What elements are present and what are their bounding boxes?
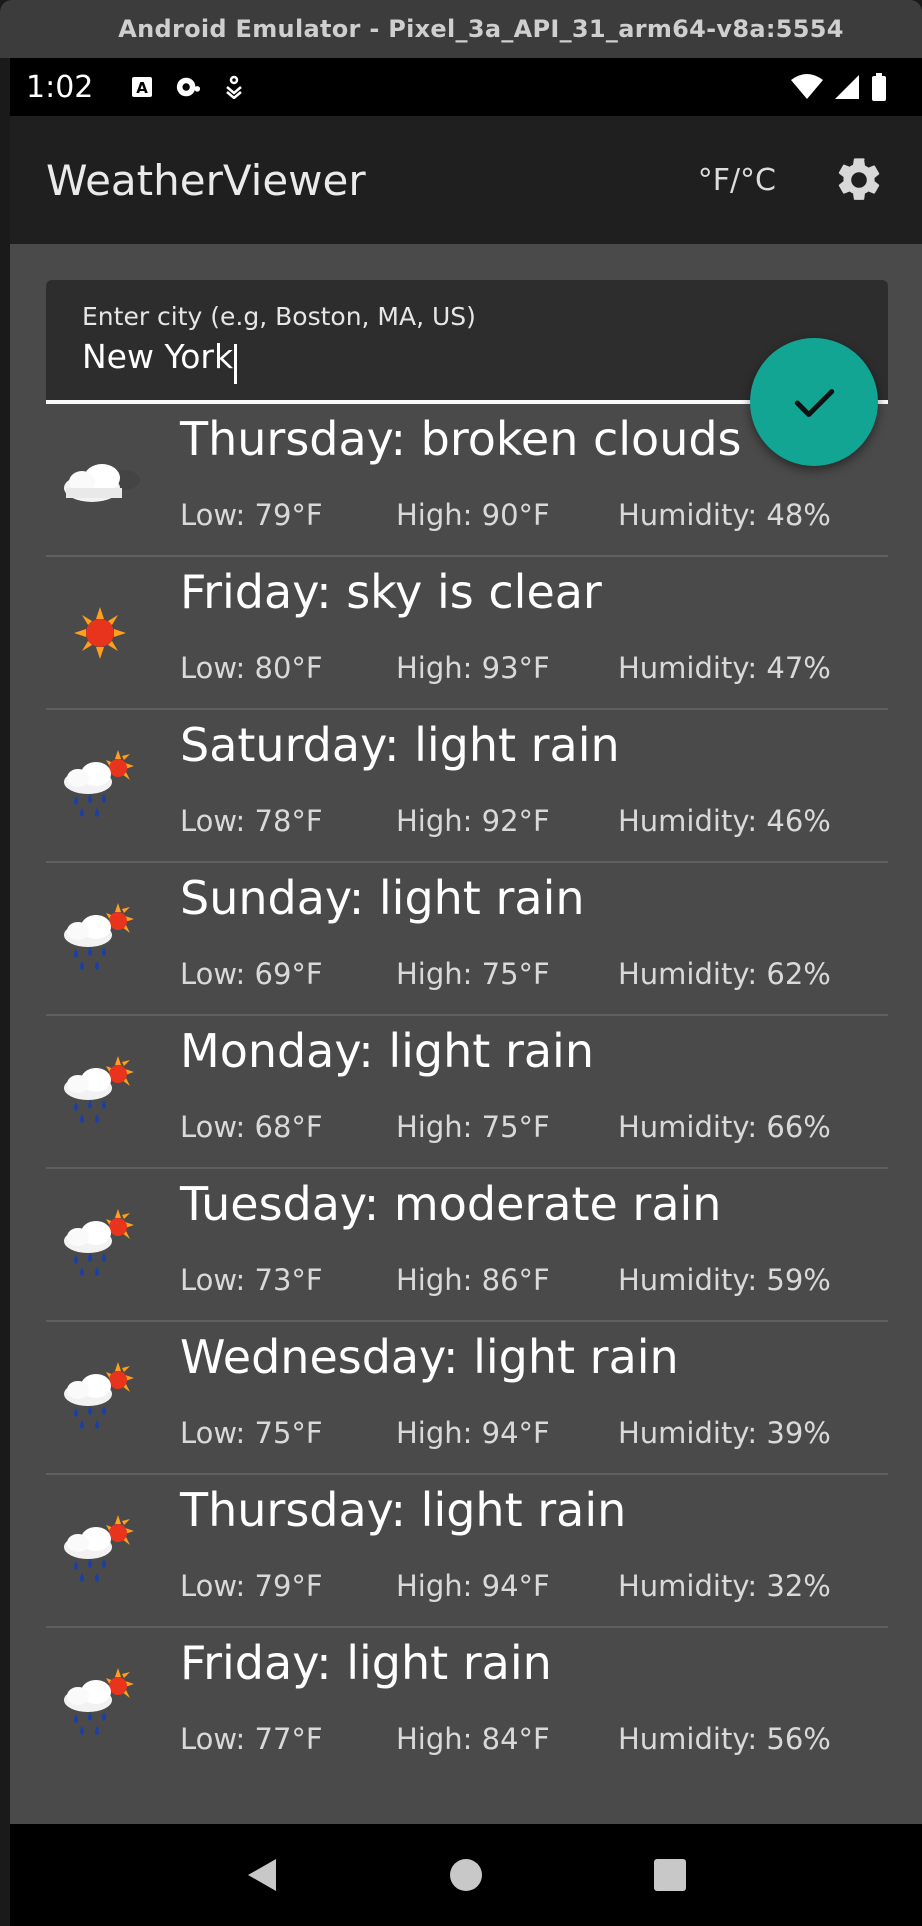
light-rain-icon (52, 1503, 148, 1599)
forecast-high: High: 93°F (396, 651, 550, 685)
forecast-low: Low: 75°F (180, 1416, 323, 1450)
forecast-low: Low: 78°F (180, 804, 323, 838)
forecast-day-description: Thursday: light rain (180, 1483, 627, 1537)
forecast-day-description: Tuesday: moderate rain (180, 1177, 722, 1231)
units-toggle-button[interactable]: °F/°C (698, 163, 776, 198)
forecast-high: High: 86°F (396, 1263, 550, 1297)
forecast-humidity: Humidity: 48% (618, 498, 831, 532)
device-screen: 1:02 A WeatherViewer °F/°C Enter city (e… (10, 58, 922, 1926)
app-title: WeatherViewer (46, 155, 366, 205)
forecast-row[interactable]: Saturday: light rain Low: 78°F High: 92°F H… (46, 710, 888, 863)
forecast-low: Low: 79°F (180, 498, 323, 532)
emulator-title: Android Emulator - Pixel_3a_API_31_arm64… (118, 15, 844, 43)
city-input[interactable]: New York (82, 337, 238, 384)
forecast-humidity: Humidity: 32% (618, 1569, 831, 1603)
gear-icon[interactable] (832, 153, 886, 207)
forecast-row[interactable]: Monday: light rain Low: 68°F High: 75°F Hum… (46, 1016, 888, 1169)
forecast-row[interactable]: Friday: light rain Low: 77°F High: 84°F Hum… (46, 1628, 888, 1781)
light-rain-icon (52, 738, 148, 834)
forecast-high: High: 90°F (396, 498, 550, 532)
forecast-day-description: Friday: sky is clear (180, 565, 602, 619)
forecast-humidity: Humidity: 62% (618, 957, 831, 991)
forecast-low: Low: 79°F (180, 1569, 323, 1603)
battery-icon (870, 73, 888, 101)
forecast-list[interactable]: Thursday: broken clouds Low: 79°F High: 90… (46, 404, 888, 1781)
light-rain-icon (52, 1350, 148, 1446)
font-accessibility-icon: A (129, 74, 155, 100)
back-icon[interactable] (237, 1850, 287, 1900)
forecast-high: High: 94°F (396, 1569, 550, 1603)
cellular-signal-icon (834, 74, 860, 100)
status-bar: 1:02 A (10, 58, 922, 116)
forecast-low: Low: 73°F (180, 1263, 323, 1297)
forecast-day-description: Wednesday: light rain (180, 1330, 679, 1384)
light-rain-icon (52, 1044, 148, 1140)
forecast-high: High: 84°F (396, 1722, 550, 1756)
forecast-row[interactable]: Thursday: light rain Low: 79°F High: 94°F H… (46, 1475, 888, 1628)
forecast-humidity: Humidity: 59% (618, 1263, 831, 1297)
system-navigation-bar (10, 1824, 922, 1926)
forecast-high: High: 75°F (396, 957, 550, 991)
forecast-high: High: 94°F (396, 1416, 550, 1450)
forecast-humidity: Humidity: 66% (618, 1110, 831, 1144)
broken-clouds-icon (52, 432, 148, 528)
forecast-row[interactable]: Tuesday: moderate rain Low: 73°F High: 86°… (46, 1169, 888, 1322)
main-content: Enter city (e.g, Boston, MA, US) New Yor… (10, 244, 922, 1824)
forecast-high: High: 75°F (396, 1110, 550, 1144)
status-time: 1:02 (26, 69, 94, 105)
forecast-high: High: 92°F (396, 804, 550, 838)
forecast-row[interactable]: Friday: sky is clear Low: 80°F High: 93°F H… (46, 557, 888, 710)
light-rain-icon (52, 1197, 148, 1293)
forecast-humidity: Humidity: 39% (618, 1416, 831, 1450)
city-input-label: Enter city (e.g, Boston, MA, US) (82, 302, 476, 331)
forecast-day-description: Sunday: light rain (180, 871, 585, 925)
forecast-humidity: Humidity: 47% (618, 651, 831, 685)
forecast-humidity: Humidity: 56% (618, 1722, 831, 1756)
forecast-day-description: Friday: light rain (180, 1636, 552, 1690)
forecast-low: Low: 68°F (180, 1110, 323, 1144)
light-rain-icon (52, 1656, 148, 1752)
forecast-humidity: Humidity: 46% (618, 804, 831, 838)
forecast-day-description: Thursday: broken clouds (180, 412, 742, 466)
emulator-titlebar: Android Emulator - Pixel_3a_API_31_arm64… (0, 0, 922, 58)
wifi-icon (790, 74, 824, 100)
checkmark-icon[interactable] (750, 338, 878, 466)
recents-icon[interactable] (645, 1850, 695, 1900)
forecast-low: Low: 80°F (180, 651, 323, 685)
download-icon (221, 74, 247, 100)
forecast-low: Low: 69°F (180, 957, 323, 991)
forecast-day-description: Saturday: light rain (180, 718, 620, 772)
forecast-row[interactable]: Sunday: light rain Low: 69°F High: 75°F Hum… (46, 863, 888, 1016)
light-rain-icon (52, 891, 148, 987)
svg-text:A: A (137, 79, 149, 97)
clear-sky-icon (52, 585, 148, 681)
app-bar: WeatherViewer °F/°C (10, 116, 922, 244)
home-icon[interactable] (441, 1850, 491, 1900)
forecast-day-description: Monday: light rain (180, 1024, 594, 1078)
city-input-value: New York (82, 337, 234, 376)
forecast-row[interactable]: Wednesday: light rain Low: 75°F High: 94°F… (46, 1322, 888, 1475)
text-caret (234, 343, 238, 384)
forecast-low: Low: 77°F (180, 1722, 323, 1756)
notification-dot-icon (175, 74, 201, 100)
